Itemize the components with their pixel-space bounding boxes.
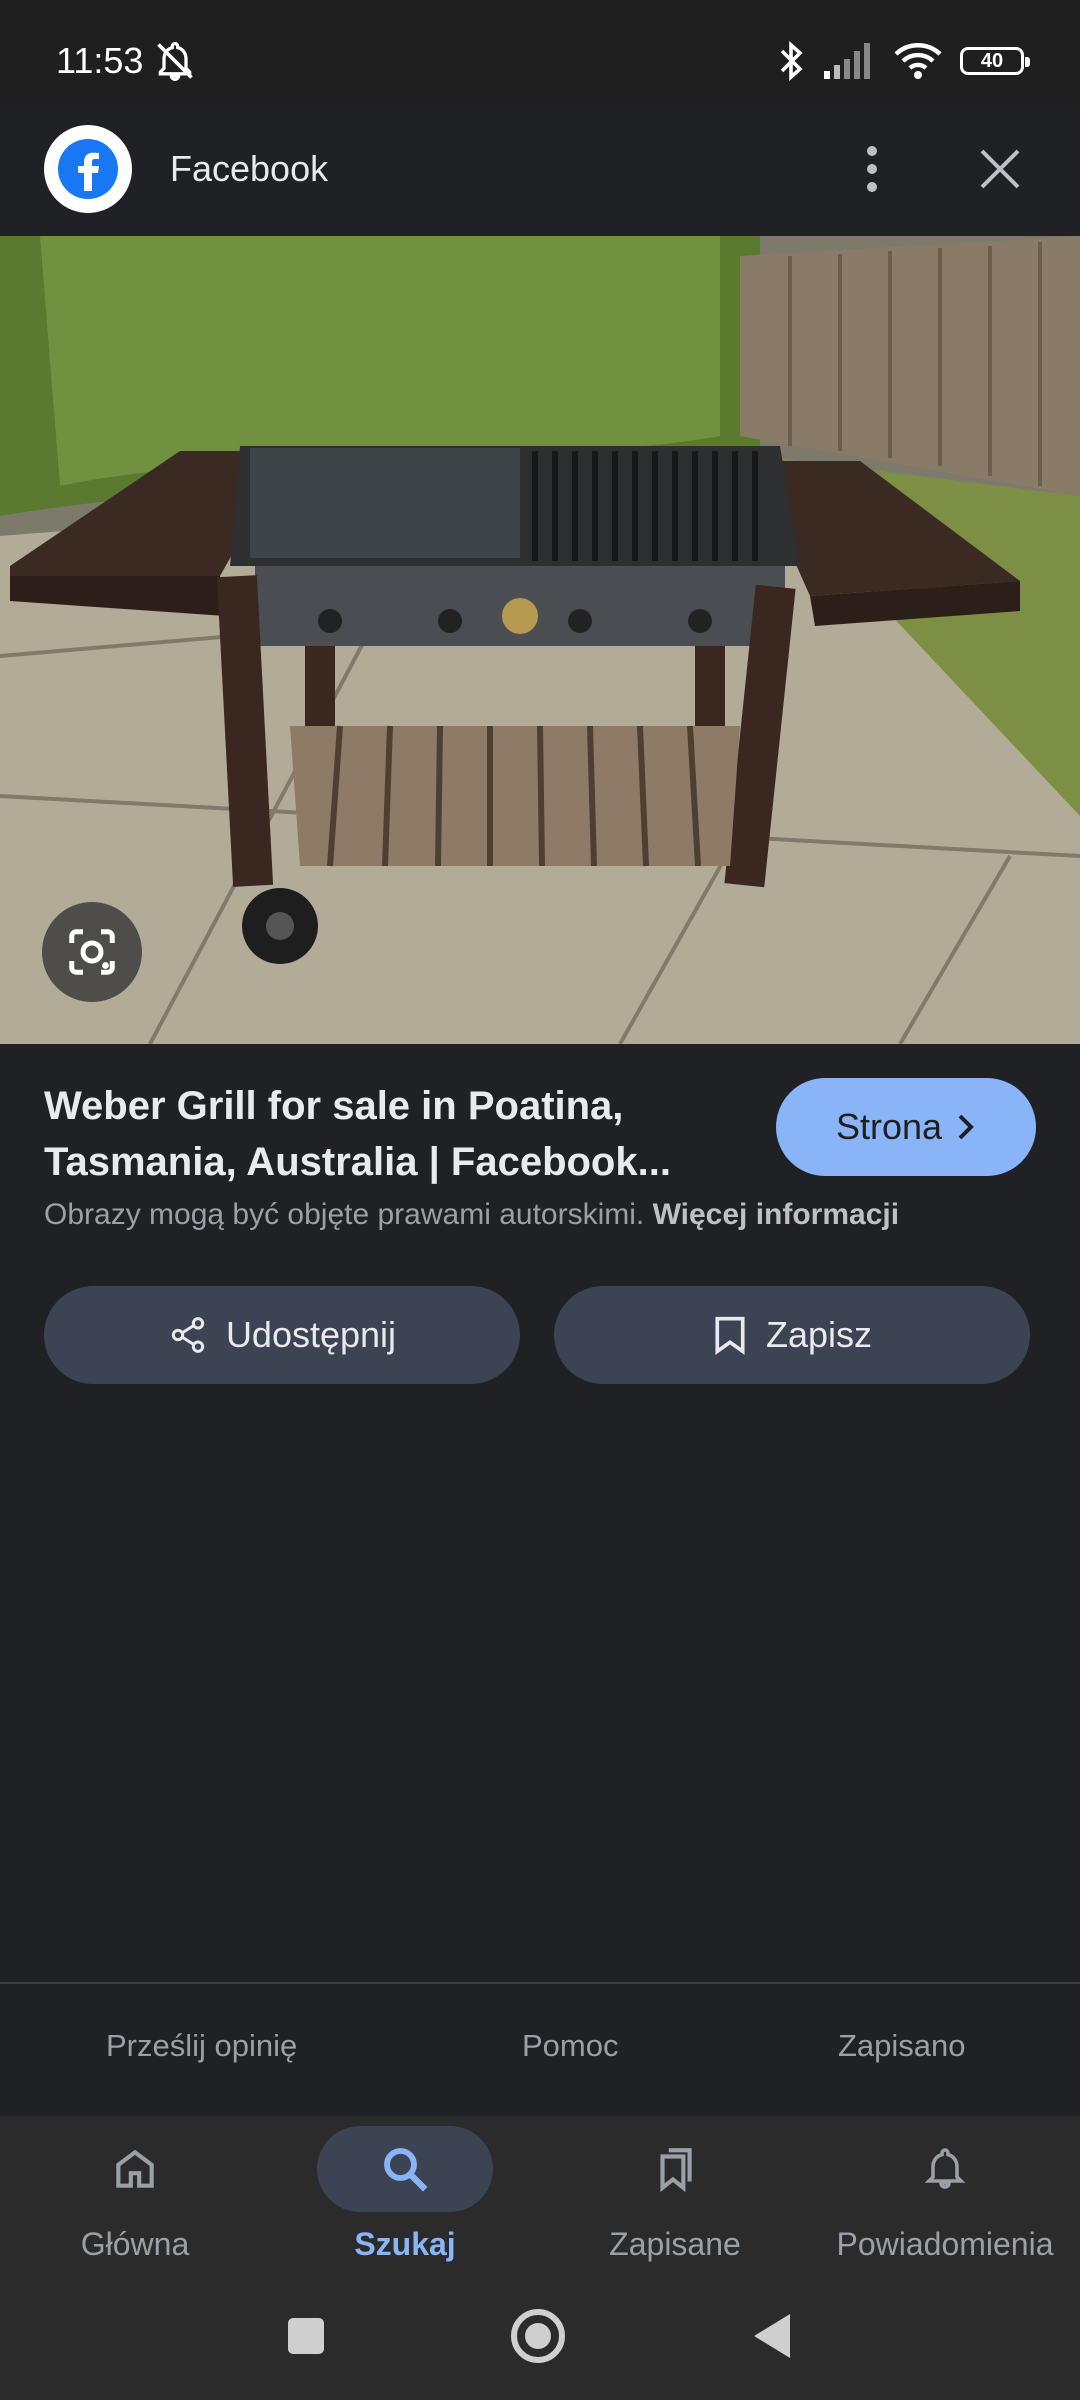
facebook-logo-icon <box>44 125 132 213</box>
nav-home[interactable]: Główna <box>0 2116 270 2270</box>
send-feedback-link[interactable]: Prześlij opinię <box>106 2028 297 2064</box>
more-info-link[interactable]: Więcej informacji <box>653 1198 899 1231</box>
nav-collections-label: Zapisane <box>609 2226 741 2262</box>
result-title[interactable]: Weber Grill for sale in Poatina, Tasmani… <box>44 1078 734 1190</box>
home-icon <box>47 2126 223 2212</box>
close-button[interactable] <box>964 133 1036 205</box>
notifications-off-icon <box>157 42 194 81</box>
nav-notifications[interactable]: Powiadomienia <box>810 2116 1080 2270</box>
battery-level: 40 <box>980 49 1004 72</box>
wifi-icon <box>894 43 942 79</box>
battery-indicator: 40 <box>960 47 1030 75</box>
lens-icon <box>69 929 115 975</box>
share-button[interactable]: Udostępnij <box>44 1286 520 1384</box>
close-icon <box>980 149 1020 189</box>
nav-search[interactable]: Szukaj <box>270 2116 540 2270</box>
save-button[interactable]: Zapisz <box>554 1286 1030 1384</box>
site-name[interactable]: Facebook <box>170 148 836 190</box>
visit-site-label: Strona <box>835 1106 943 1147</box>
visit-site-button[interactable]: Strona <box>776 1078 1036 1176</box>
more-vert-icon <box>867 146 877 192</box>
saved-link[interactable]: Zapisano <box>838 2028 966 2064</box>
signal-icon <box>824 43 870 79</box>
bell-icon <box>857 2126 1033 2212</box>
copyright-notice: Obrazy mogą być objęte prawami autorskim… <box>44 1198 899 1232</box>
nav-notifications-label: Powiadomienia <box>836 2226 1054 2262</box>
source-header: Facebook <box>0 102 1080 236</box>
footer-links: Prześlij opinię Pomoc Zapisano <box>0 2012 1080 2092</box>
more-options-button[interactable] <box>836 133 908 205</box>
result-image[interactable] <box>0 236 1080 1044</box>
save-label: Zapisz <box>765 1314 873 1355</box>
nav-search-label: Szukaj <box>354 2226 456 2262</box>
back-button[interactable] <box>750 2310 794 2362</box>
home-button[interactable] <box>508 2306 568 2366</box>
nav-home-label: Główna <box>80 2226 190 2262</box>
nav-collections[interactable]: Zapisane <box>540 2116 810 2270</box>
help-link[interactable]: Pomoc <box>522 2028 618 2064</box>
share-label: Udostępnij <box>225 1314 397 1355</box>
share-icon <box>171 1317 205 1353</box>
bluetooth-icon <box>780 41 803 81</box>
chevron-right-icon <box>958 1114 974 1140</box>
collections-icon <box>587 2126 763 2212</box>
recents-button[interactable] <box>284 2314 328 2358</box>
clock: 11:53 <box>56 40 144 81</box>
grill-photo <box>0 236 1080 1044</box>
copyright-text: Obrazy mogą być objęte prawami autorskim… <box>44 1198 645 1231</box>
google-lens-button[interactable] <box>42 902 142 1002</box>
divider <box>0 1982 1080 1984</box>
bookmark-icon <box>715 1316 745 1355</box>
bottom-navigation: Główna Szukaj Zapisane Powiadomienia <box>0 2116 1080 2270</box>
system-navigation-bar <box>0 2270 1080 2400</box>
search-icon <box>317 2126 493 2212</box>
